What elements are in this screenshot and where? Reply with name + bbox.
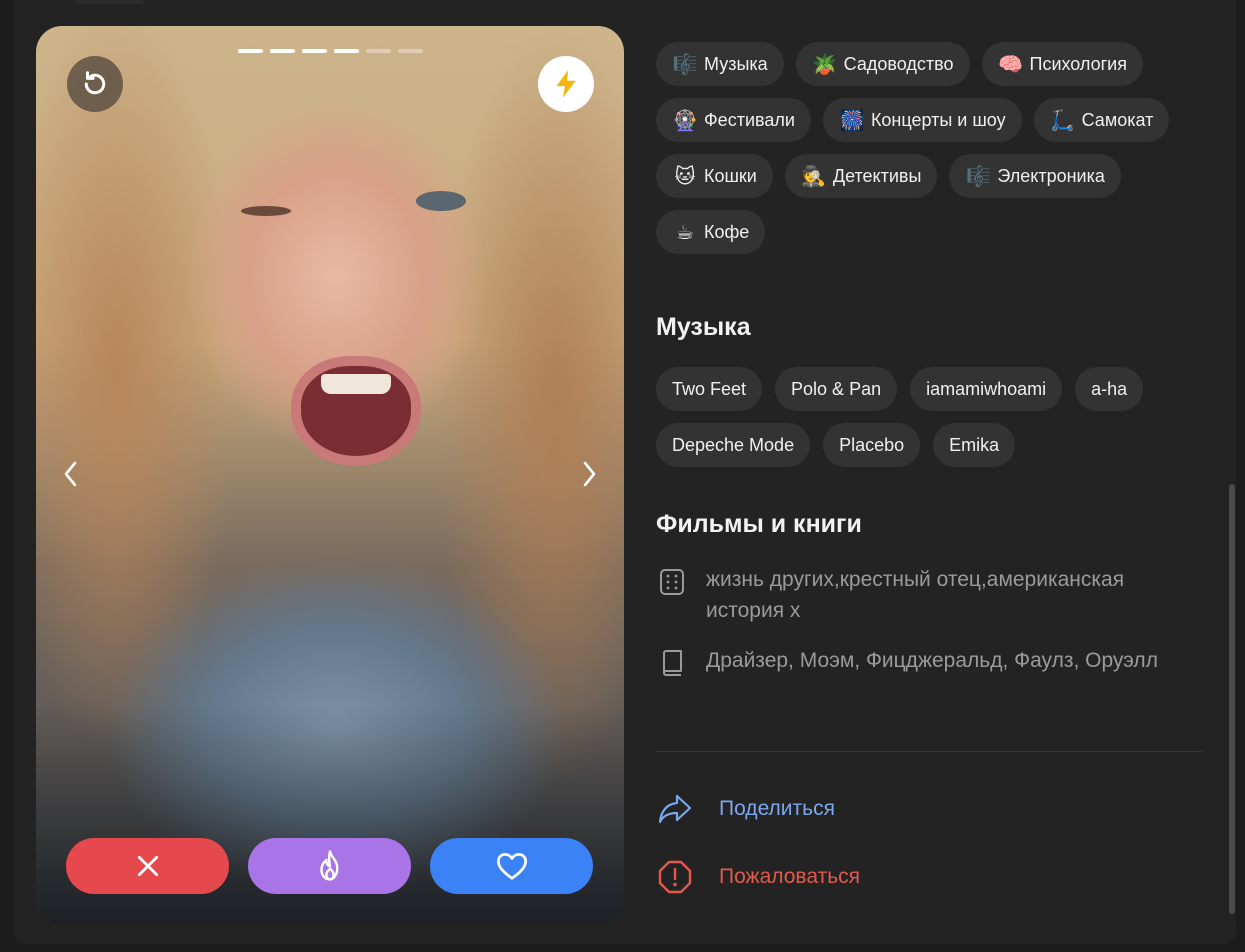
open-eye (416, 191, 466, 211)
detective-icon: 🕵 (801, 164, 827, 188)
like-button[interactable] (430, 838, 593, 894)
music-artist-tag: Polo & Pan (775, 367, 898, 411)
photo-progress-segment (302, 49, 327, 53)
prev-photo-button[interactable] (56, 459, 86, 489)
scrollbar-thumb[interactable] (1229, 484, 1235, 914)
interest-tag-label: Концерты и шоу (870, 109, 1006, 130)
close-icon (137, 855, 158, 877)
report-button[interactable]: Пожаловаться (656, 858, 860, 896)
brain-icon: 🧠 (998, 52, 1023, 76)
interest-tag: 🧠 Психология (981, 42, 1143, 86)
ferris-wheel-icon: 🎡 (672, 108, 698, 132)
interest-tag-label: Детективы (832, 165, 922, 186)
interest-tag-label: Музыка (704, 53, 768, 74)
kick-scooter-icon: 🛴 (1050, 108, 1076, 132)
closed-eye (241, 206, 291, 216)
photo-progress (238, 49, 423, 53)
dislike-button[interactable] (66, 838, 229, 894)
interest-tag-label: Электроника (997, 165, 1105, 186)
music-artist-tag: Two Feet (656, 367, 763, 411)
interest-tag-label: Психология (1029, 53, 1128, 74)
music-notes-icon: 🎼 (672, 52, 698, 76)
flame-icon (319, 850, 338, 881)
photo-progress-segment (366, 49, 391, 53)
share-button[interactable]: Поделиться (656, 790, 835, 828)
music-artist-tag: Placebo (823, 423, 921, 467)
undo-icon (84, 71, 106, 95)
fireworks-icon: 🎆 (839, 108, 865, 132)
alert-octagon-icon (656, 858, 694, 896)
music-artist-tag: a-ha (1075, 367, 1144, 411)
interest-tag: 🕵 Детективы (784, 154, 938, 198)
next-photo-button[interactable] (574, 459, 604, 489)
music-artist-tag: Emika (933, 423, 1016, 467)
superlike-button[interactable] (248, 838, 411, 894)
chevron-right-icon (583, 461, 596, 487)
interest-tag: 🎼 Электроника (949, 154, 1121, 198)
interest-tag: 🐱 Кошки (656, 154, 773, 198)
interest-tag-label: Садоводство (843, 53, 954, 74)
cat-face-icon: 🐱 (674, 164, 696, 188)
interest-tag: 🎼 Музыка (656, 42, 784, 86)
books-row: Драйзер, Моэм, Фицджеральд, Фаулз, Оруэл… (656, 645, 1196, 679)
profile-photo[interactable] (36, 26, 624, 924)
scrollbar[interactable] (1227, 0, 1236, 944)
interest-tag-label: Кофе (704, 221, 750, 242)
music-notes-icon: 🎼 (965, 164, 991, 188)
boost-button[interactable] (538, 56, 594, 112)
divider (656, 751, 1202, 752)
interest-tags: 🎼 Музыка 🪴 Садоводство 🧠 Психология 🎡 Фестивали… (656, 42, 1216, 254)
interest-tag-label: Кошки (704, 165, 757, 186)
interest-tag: ☕ Кофе (656, 210, 766, 254)
coffee-icon: ☕ (676, 220, 694, 244)
films-text: жизнь других,крестный отец,американская … (706, 568, 1125, 622)
heart-icon (496, 853, 527, 880)
top-handle (74, 0, 144, 4)
music-artist-tag: Depeche Mode (656, 423, 811, 467)
music-heading: Музыка (656, 313, 751, 341)
report-label: Пожаловаться (719, 865, 861, 888)
share-label: Поделиться (719, 797, 835, 820)
interest-tag-label: Самокат (1081, 109, 1154, 130)
photo-progress-segment (270, 49, 295, 53)
interest-tag: 🛴 Самокат (1033, 98, 1170, 142)
films-row: жизнь других,крестный отец,американская … (656, 564, 1196, 626)
photo-progress-segment (398, 49, 423, 53)
photo-progress-segment (238, 49, 263, 53)
films-books-heading: Фильмы и книги (656, 510, 862, 538)
music-tags: Two Feet Polo & Pan iamamiwhoami a-ha Depech… (656, 367, 1216, 467)
books-text: Драйзер, Моэм, Фицджеральд, Фаулз, Оруэл… (706, 649, 1158, 672)
music-artist-tag: iamamiwhoami (910, 367, 1063, 411)
interest-tag: 🪴 Садоводство (795, 42, 970, 86)
undo-button[interactable] (67, 56, 123, 112)
interest-tag-label: Фестивали (704, 109, 795, 130)
mouth (291, 356, 421, 466)
lightning-icon (556, 70, 576, 98)
film-strip-icon (656, 566, 688, 598)
potted-plant-icon: 🪴 (812, 52, 838, 76)
photo-progress-segment (334, 49, 359, 53)
interest-tag: 🎆 Концерты и шоу (822, 98, 1022, 142)
share-arrow-icon (656, 790, 694, 828)
interest-tag: 🎡 Фестивали (656, 98, 811, 142)
chevron-left-icon (64, 461, 77, 487)
book-icon (656, 647, 688, 679)
